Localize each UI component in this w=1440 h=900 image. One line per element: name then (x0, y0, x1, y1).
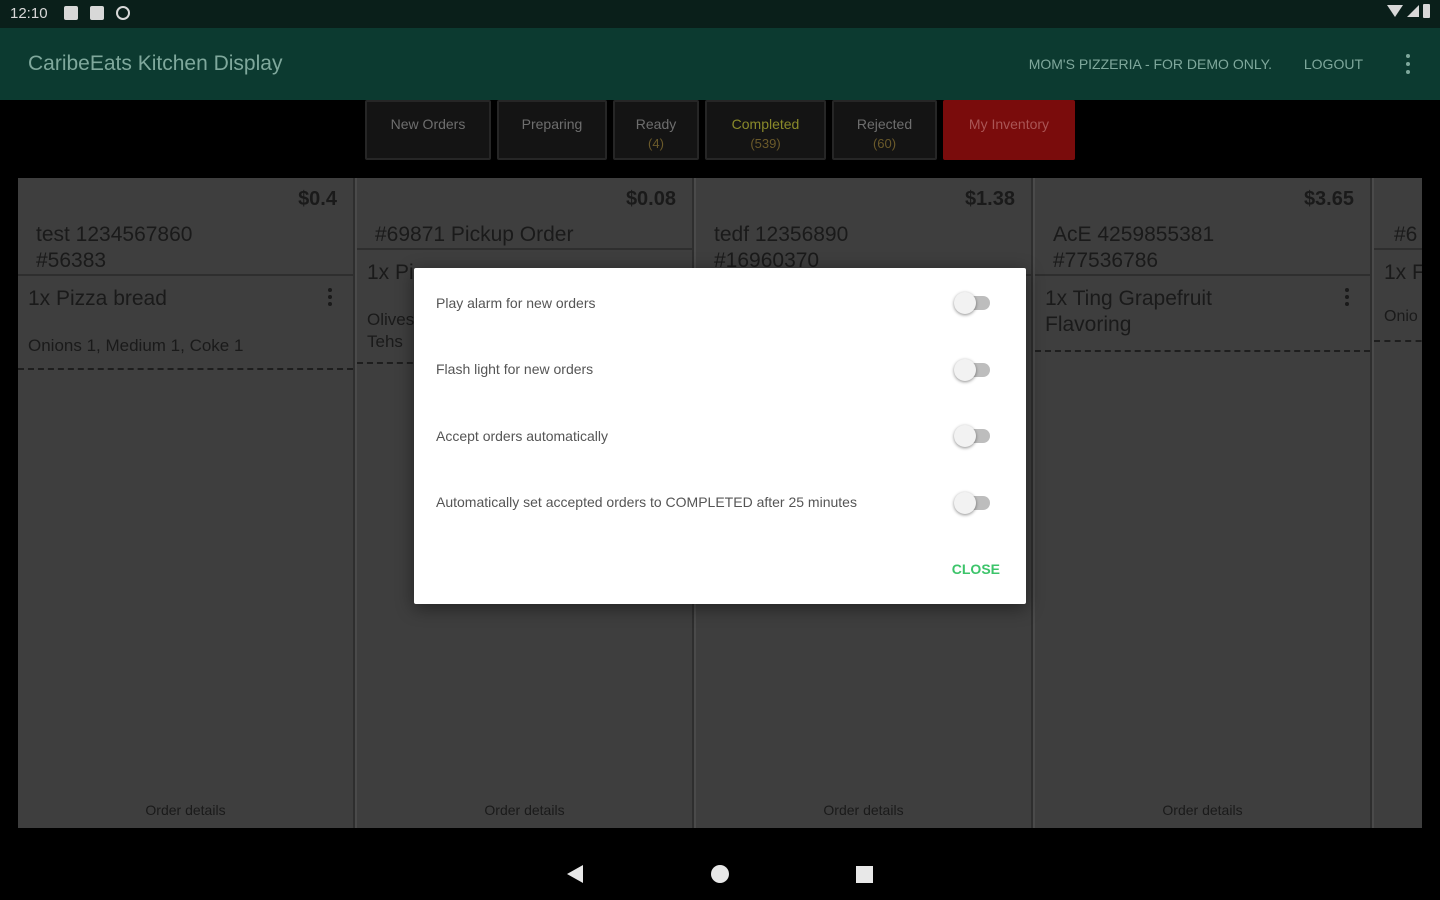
order-number: #6 (1394, 223, 1418, 246)
option-label-accept-auto: Accept orders automatically (436, 428, 608, 444)
kitchen-display-screen: 12:10 CaribeEats Kitchen Display MOM'S P… (0, 0, 1440, 900)
order-customer-line: #69871 Pickup Order (375, 223, 574, 246)
toggle-auto-complete[interactable] (954, 492, 990, 514)
item-menu-icon[interactable] (1344, 288, 1350, 306)
order-customer-line: test 1234567860 (36, 223, 193, 246)
option-label-auto-complete: Automatically set accepted orders to COM… (436, 494, 857, 510)
toggle-accept-auto[interactable] (954, 425, 990, 447)
status-right (1387, 4, 1430, 18)
tab-label: Ready (635, 116, 677, 132)
tab-new-orders[interactable]: New Orders (365, 100, 491, 160)
toggle-knob (954, 425, 976, 447)
order-customer-line: AcE 4259855381 (1053, 223, 1215, 246)
tab-label: New Orders (390, 116, 466, 132)
toggle-flash-light[interactable] (954, 359, 990, 381)
toggle-knob (954, 492, 976, 514)
sd-card-icon (90, 6, 104, 20)
tab-label: Preparing (521, 116, 583, 132)
back-icon[interactable] (567, 865, 583, 883)
order-item: 1x Pi (367, 261, 414, 284)
order-customer: test 1234567860 #56383 (36, 222, 192, 274)
tab-rejected[interactable]: Rejected (60) (832, 100, 937, 160)
divider (1374, 248, 1422, 250)
order-status-tabs: New Orders Preparing Ready (4) Completed… (365, 100, 1075, 160)
order-number: #77536786 (1053, 249, 1159, 272)
tab-my-inventory[interactable]: My Inventory (943, 100, 1075, 160)
order-customer: #69871 Pickup Order (375, 222, 573, 248)
tab-completed[interactable]: Completed (539) (705, 100, 826, 160)
order-price: $1.38 (964, 188, 1015, 210)
tab-label: My Inventory (968, 116, 1050, 132)
order-price: $0.08 (625, 188, 676, 210)
order-card[interactable]: $0.4 test 1234567860 #56383 1x Pizza bre… (18, 178, 355, 828)
recents-icon[interactable] (856, 866, 873, 883)
order-card[interactable]: $3.65 AcE 4259855381 #77536786 1x Ting G… (1035, 178, 1372, 828)
store-name[interactable]: MOM'S PIZZERIA - FOR DEMO ONLY. (1029, 56, 1272, 72)
notification-icon (64, 6, 78, 20)
divider (1374, 340, 1422, 342)
order-customer: AcE 4259855381 #77536786 (1053, 222, 1214, 274)
battery-icon (1423, 4, 1430, 18)
order-customer: tedf 12356890 #16960370 (714, 222, 848, 274)
sync-icon (116, 6, 130, 20)
option-label-flash-light: Flash light for new orders (436, 361, 594, 377)
divider (1035, 350, 1370, 352)
divider (1035, 274, 1370, 276)
order-item: 1x F (1384, 261, 1422, 284)
close-button[interactable]: CLOSE (952, 561, 1000, 577)
settings-dialog: Play alarm for new orders Flash light fo… (414, 268, 1026, 604)
tab-ready[interactable]: Ready (4) (613, 100, 699, 160)
order-item-modifiers: Onions 1, Medium 1, Coke 1 (28, 336, 244, 355)
order-number: #56383 (36, 249, 107, 272)
status-bar: 12:10 (0, 0, 1440, 28)
order-details-link[interactable]: Order details (696, 802, 1031, 818)
tab-label: Completed (731, 116, 800, 132)
order-details-link[interactable]: Order details (1035, 802, 1370, 818)
tab-count: (60) (872, 136, 897, 151)
divider (357, 248, 692, 250)
order-item-modifiers: Onio (1384, 308, 1418, 325)
home-icon[interactable] (711, 865, 729, 883)
toggle-knob (954, 292, 976, 314)
tab-count: (4) (648, 136, 664, 151)
tab-count: (539) (750, 136, 781, 151)
wifi-icon (1387, 5, 1403, 17)
item-menu-icon[interactable] (327, 288, 333, 306)
tab-label: Rejected (856, 116, 913, 132)
order-item: 1x Ting Grapefruit Flavoring (1045, 286, 1212, 338)
order-price: $0.4 (298, 188, 337, 210)
status-time: 12:10 (10, 5, 48, 22)
app-bar: CaribeEats Kitchen Display MOM'S PIZZERI… (0, 28, 1440, 100)
system-nav-bar (0, 850, 1440, 900)
order-details-link[interactable]: Order details (357, 802, 692, 818)
divider (18, 368, 353, 370)
signal-icon (1407, 5, 1419, 17)
order-customer: #6 (1394, 222, 1417, 248)
option-label-play-alarm: Play alarm for new orders (436, 295, 596, 311)
order-customer-line: tedf 12356890 (714, 223, 849, 246)
app-title: CaribeEats Kitchen Display (28, 52, 283, 75)
order-price: $3.65 (1303, 188, 1354, 210)
logout-button[interactable]: LOGOUT (1304, 56, 1363, 72)
order-item-modifiers: Tehs (367, 332, 403, 351)
order-item-line: Flavoring (1045, 313, 1132, 336)
order-card[interactable]: #6 1x F Onio (1374, 178, 1422, 828)
order-item: 1x Pizza bread (28, 287, 167, 310)
divider (18, 274, 353, 276)
toggle-play-alarm[interactable] (954, 292, 990, 314)
tab-preparing[interactable]: Preparing (497, 100, 607, 160)
toggle-knob (954, 359, 976, 381)
overflow-menu-icon[interactable] (1404, 54, 1412, 74)
order-item-modifiers: Olives (367, 310, 415, 329)
order-details-link[interactable]: Order details (18, 802, 353, 818)
order-item-line: 1x Ting Grapefruit (1045, 287, 1212, 310)
